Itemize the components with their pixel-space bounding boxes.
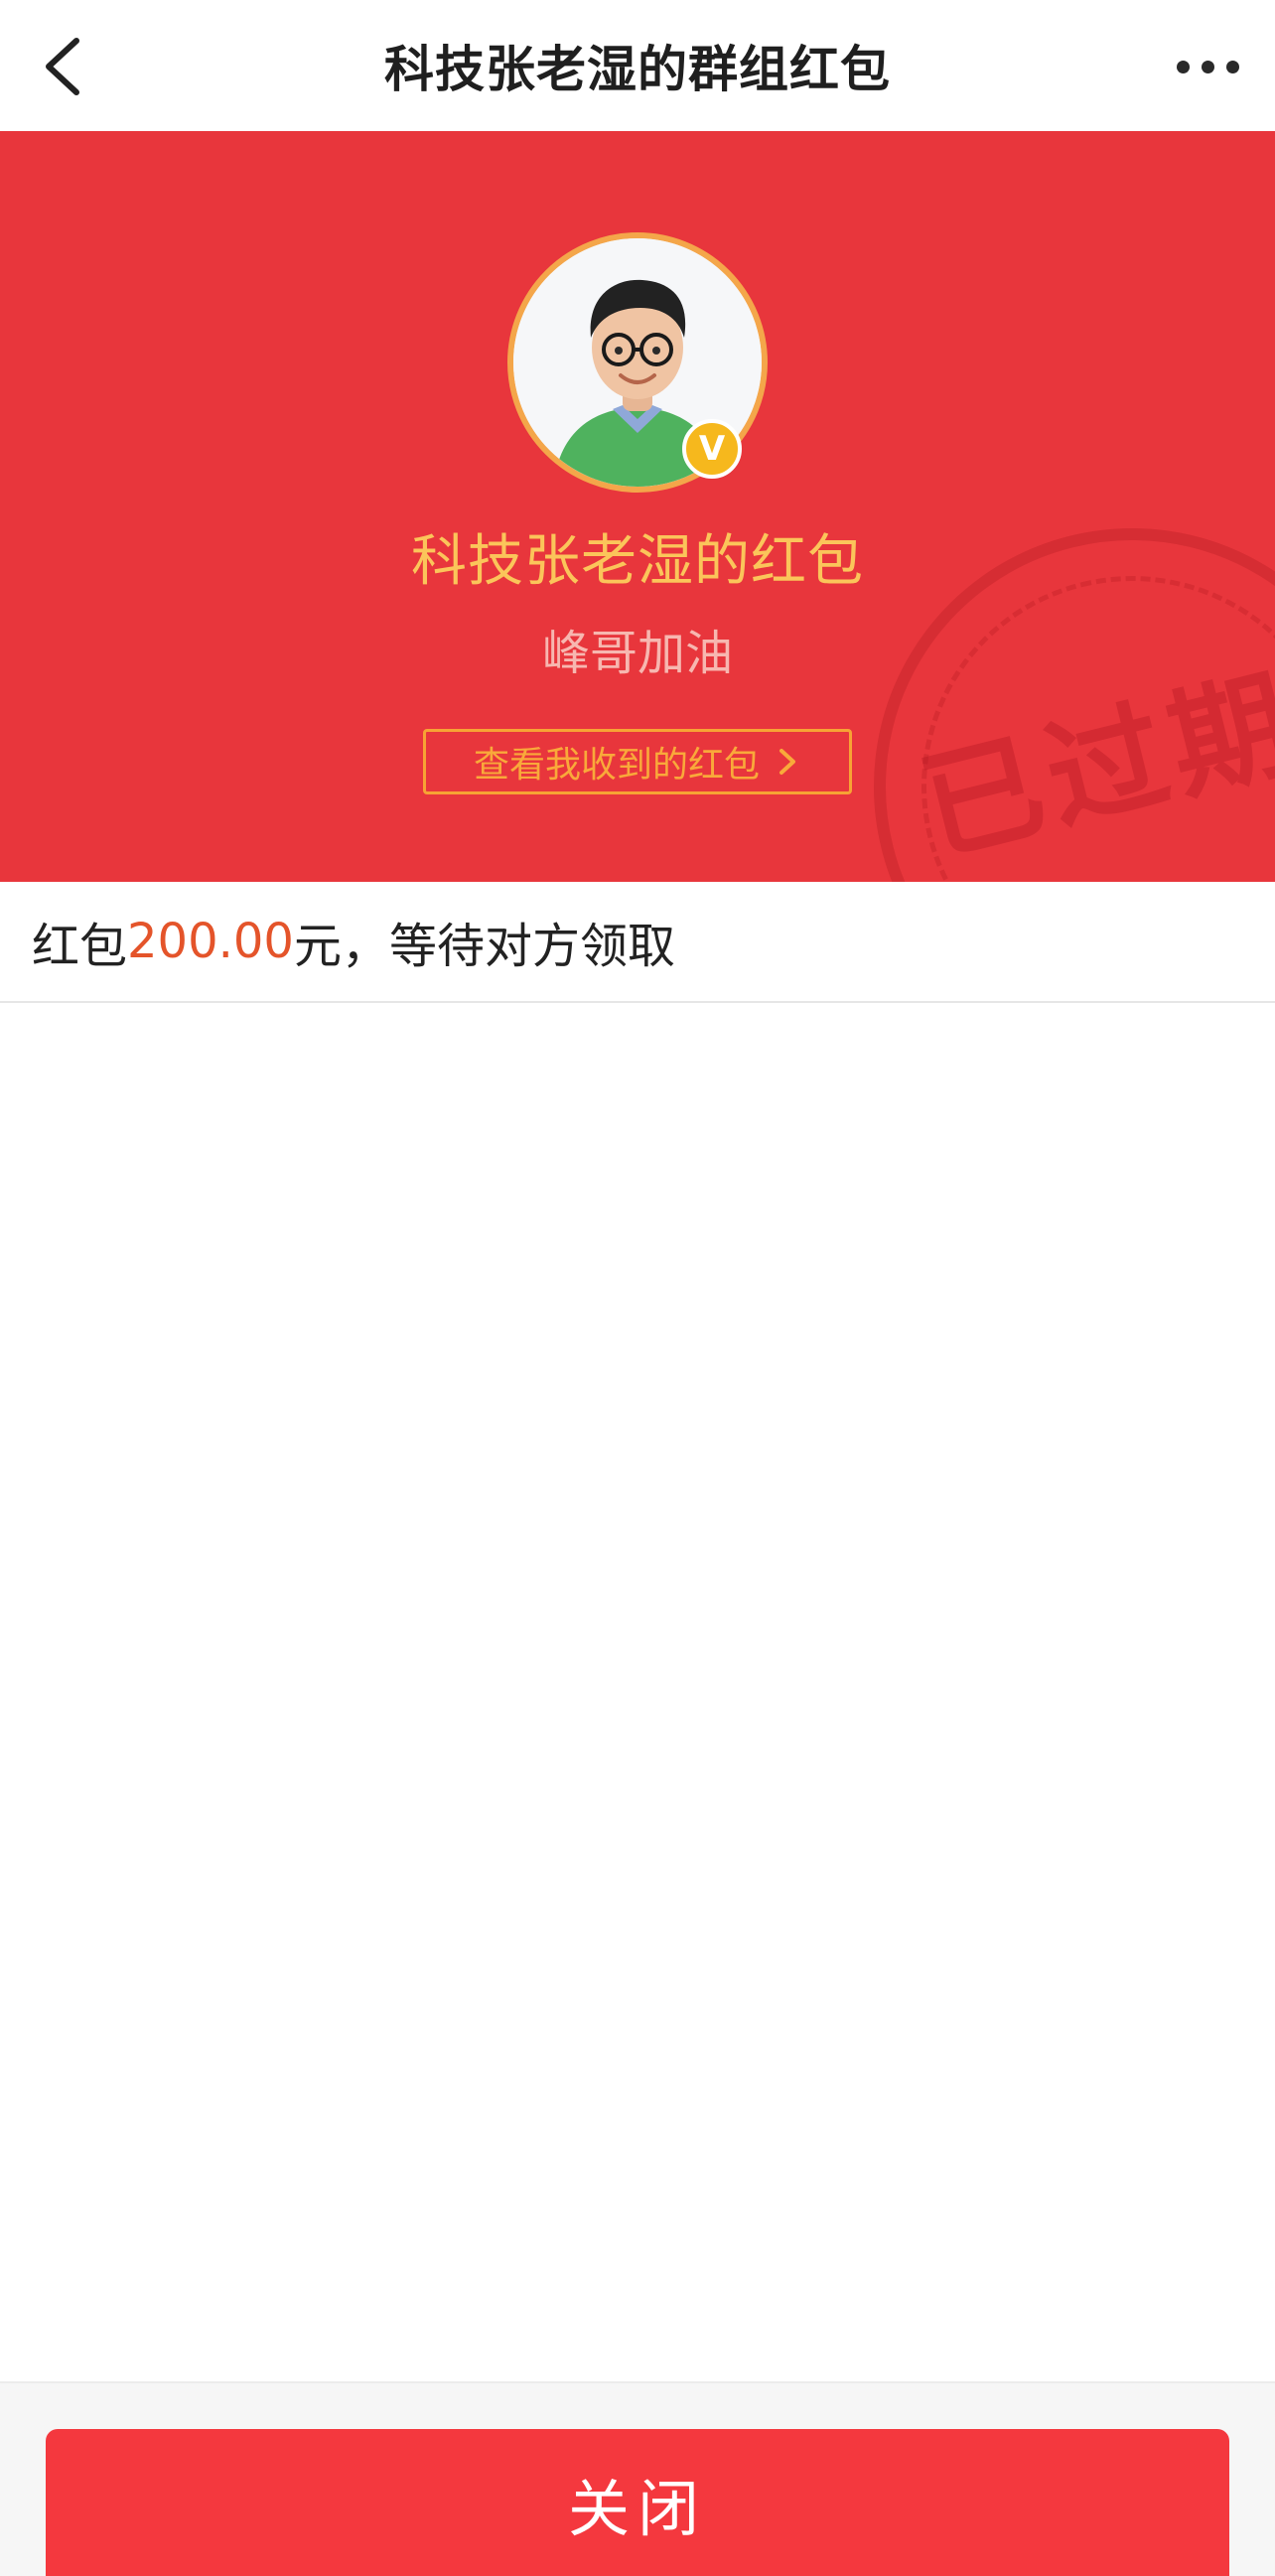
status-suffix: 元，等待对方领取 (293, 919, 675, 974)
greeting-message: 峰哥加油 (541, 626, 733, 681)
page-title: 科技张老湿的群组红包 (384, 41, 891, 98)
more-dot (1201, 60, 1214, 73)
view-received-packets-button[interactable]: 查看我收到的红包 (423, 729, 852, 794)
red-packet-header: 已过期 V 科技张老湿的红包 峰哥加油 查看我收到的红包 (0, 131, 1275, 882)
status-prefix: 红包 (32, 919, 128, 974)
bottom-action-bar: 关闭 (0, 2381, 1275, 2576)
packet-amount: 200.00 (127, 914, 294, 969)
top-nav-bar: 科技张老湿的群组红包 (0, 0, 1275, 131)
sender-name: 科技张老湿的红包 (411, 529, 864, 594)
view-received-label: 查看我收到的红包 (473, 745, 760, 786)
sender-avatar-wrap[interactable]: V (507, 232, 768, 493)
chevron-left-icon (46, 38, 79, 95)
more-options-button[interactable] (1158, 22, 1257, 111)
packet-status-row: 红包 200.00 元，等待对方领取 (0, 882, 1275, 1003)
close-button[interactable]: 关闭 (46, 2429, 1229, 2576)
chevron-right-icon (779, 749, 795, 775)
back-button[interactable] (18, 22, 107, 111)
more-dots-icon (1176, 60, 1190, 73)
verified-v-badge: V (682, 419, 742, 479)
more-dot (1225, 60, 1239, 73)
